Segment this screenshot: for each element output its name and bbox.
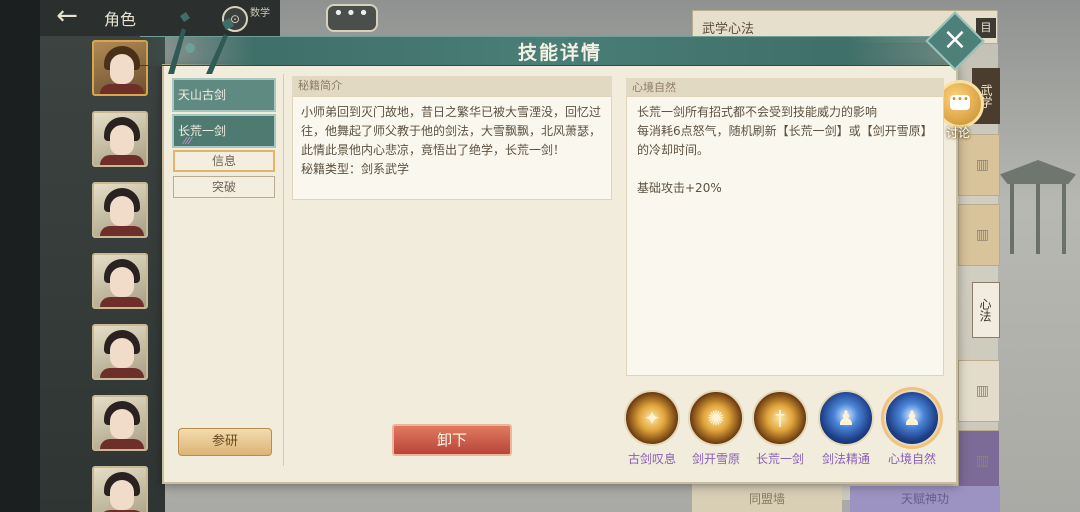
column-divider	[283, 74, 284, 466]
skill-name: 古剑叹息	[627, 452, 676, 466]
character-avatar[interactable]	[92, 324, 148, 380]
alliance-wall-label[interactable]: 同盟墙	[692, 486, 842, 512]
mind-tag[interactable]: 心法	[972, 282, 1000, 338]
trash-icon[interactable]: ▥	[976, 383, 989, 399]
discuss-label[interactable]: 讨论	[946, 124, 970, 141]
chat-icon[interactable]: •••	[326, 4, 378, 32]
snowfield-icon: ✺	[707, 406, 725, 430]
skill-name: 剑开雪原	[691, 452, 740, 466]
page-title: 角色	[104, 10, 137, 29]
skill-tab-tianshan[interactable]: 天山古剑	[172, 78, 276, 112]
back-arrow-icon[interactable]: ←	[48, 3, 86, 30]
meditation-icon: ♟	[903, 406, 921, 430]
sword-decoration-icon	[168, 12, 234, 74]
skill-name: 心境自然	[887, 452, 936, 466]
skill-slot[interactable]: ▥	[958, 430, 1000, 492]
skill-tab-changhuang[interactable]: 长荒一剑 ⁄⁄⁄	[172, 114, 276, 148]
close-icon[interactable]: ×	[934, 20, 976, 62]
skill-icon-jianfa[interactable]: ♟	[818, 390, 874, 446]
pavilion-illustration	[996, 120, 1080, 280]
skill-slot[interactable]: ▥	[958, 134, 1000, 196]
left-edge	[0, 0, 40, 512]
skill-tab-label: 天山古剑	[178, 88, 227, 102]
dialog-title: 技能详情	[517, 42, 602, 64]
skill-slot[interactable]: ▥	[958, 204, 1000, 266]
character-avatar[interactable]	[92, 466, 148, 512]
bottom-labels: 同盟墙 天赋神功	[692, 486, 1000, 512]
top-small-label: 数学	[250, 8, 270, 19]
trash-icon[interactable]: ▥	[976, 453, 989, 469]
sword-icon: †	[775, 406, 785, 430]
chat-bubble-icon: •••	[950, 95, 970, 110]
skill-icon-changhuang[interactable]: †	[752, 390, 808, 446]
skill-name: 剑法精通	[821, 452, 870, 466]
trash-icon[interactable]: ▥	[976, 227, 989, 243]
skill-icon-row: ✦ 古剑叹息 ✺ 剑开雪原 † 长荒一剑 ♟ 剑法精通 ♟ 心境自然	[622, 390, 952, 470]
skill-icon-gujian[interactable]: ✦	[624, 390, 680, 446]
character-list	[92, 40, 150, 512]
character-avatar[interactable]	[92, 395, 148, 451]
martial-arts-panel-title: 武学心法	[702, 22, 755, 37]
character-avatar[interactable]	[92, 182, 148, 238]
skill-slot[interactable]: ▥	[958, 360, 1000, 422]
sword-sigh-icon: ✦	[643, 406, 661, 430]
effect-line: 基础攻击+20%	[637, 181, 722, 195]
intro-type-line: 秘籍类型：剑系武学	[301, 162, 410, 176]
study-button[interactable]: 参研	[178, 428, 272, 456]
effect-box: 长荒一剑所有招式都不会受到技能威力的影响 每消耗6点怒气，随机刷新【长荒一剑】或…	[626, 96, 944, 376]
tab-info[interactable]: 信息	[173, 150, 275, 172]
character-avatar[interactable]	[92, 253, 148, 309]
character-avatar[interactable]	[92, 111, 148, 167]
effect-line: 长荒一剑所有招式都不会受到技能威力的影响	[637, 105, 878, 119]
skill-icon-jiankai[interactable]: ✺	[688, 390, 744, 446]
rank-pips-icon: ⁄⁄⁄	[184, 136, 193, 147]
unload-button[interactable]: 卸下	[392, 424, 512, 456]
intro-box: 小师弟回到灭门故地，昔日之繁华已被大雪湮没，回忆过往，他舞起了师父教于他的剑法，…	[292, 96, 612, 200]
talent-label[interactable]: 天赋神功	[850, 486, 1000, 512]
meditation-icon: ♟	[837, 406, 855, 430]
effect-line: 每消耗6点怒气，随机刷新【长荒一剑】或【剑开雪原】的冷却时间。	[637, 124, 933, 157]
intro-header: 秘籍简介	[292, 76, 612, 96]
skill-name: 长荒一剑	[755, 452, 804, 466]
intro-text: 小师弟回到灭门故地，昔日之繁华已被大雪湮没，回忆过往，他舞起了师父教于他的剑法，…	[301, 105, 602, 157]
skill-icon-xinjing[interactable]: ♟	[884, 390, 940, 446]
tab-breakthrough[interactable]: 突破	[173, 176, 275, 198]
trash-icon[interactable]: ▥	[976, 157, 989, 173]
effect-header: 心境自然	[626, 78, 944, 98]
